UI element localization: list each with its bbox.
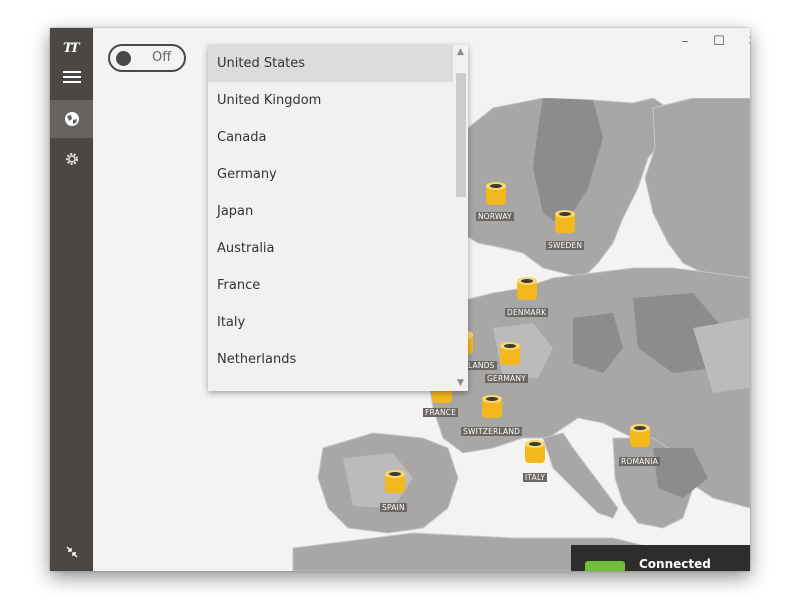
server-pin-icon [482,395,502,418]
dropdown-option-united-kingdom[interactable]: United Kingdom [208,82,453,119]
server-pin-icon [500,342,520,365]
dropdown-scrollbar[interactable]: ▲ ▼ [453,45,468,391]
maximize-button[interactable]: ☐ [707,32,731,52]
app-window: NORWAY SWEDEN DENMARK LANDS GERMANY FRAN… [50,28,750,571]
status-accent-bar [585,561,625,571]
toggle-state-label: Off [152,50,172,65]
country-label-germany: GERMANY [485,374,528,383]
server-pin-spain[interactable] [383,469,407,499]
sidebar: TT [50,28,93,571]
sidebar-item-settings[interactable] [50,140,93,178]
dropdown-option-japan[interactable]: Japan [208,193,453,230]
server-pin-italy[interactable] [523,439,547,469]
hamburger-menu-icon[interactable] [50,58,93,96]
server-pin-romania[interactable] [628,423,652,453]
scroll-up-icon[interactable]: ▲ [453,47,468,57]
dropdown-option-france[interactable]: France [208,267,453,304]
country-label-denmark: DENMARK [505,308,549,317]
toggle-knob [116,51,131,66]
sidebar-item-map[interactable] [50,100,93,138]
connection-status-panel[interactable]: Connected [571,545,750,571]
dropdown-option-italy[interactable]: Italy [208,304,453,341]
server-pin-icon [630,424,650,447]
dropdown-option-australia[interactable]: Australia [208,230,453,267]
server-pin-germany[interactable] [498,341,522,371]
collapse-arrows-icon[interactable] [50,533,93,571]
server-pin-denmark[interactable] [515,276,539,306]
country-label-spain: SPAIN [380,503,407,512]
close-button[interactable]: ✕ [741,32,750,52]
globe-icon [64,112,79,126]
scrollbar-thumb[interactable] [456,73,466,197]
gear-icon [65,153,78,165]
server-pin-icon [486,182,506,205]
country-dropdown-list[interactable]: United States United Kingdom Canada Germ… [208,45,468,391]
country-label-france: FRANCE [423,408,459,417]
dropdown-option-netherlands[interactable]: Netherlands [208,341,453,378]
country-label-norway: NORWAY [476,212,514,221]
country-label-switzerland: SWITZERLAND [461,427,523,436]
country-label-netherlands: LANDS [466,361,497,370]
dropdown-option-germany[interactable]: Germany [208,156,453,193]
server-pin-switzerland[interactable] [480,394,504,424]
server-pin-icon [525,440,545,463]
server-pin-icon [385,470,405,493]
scroll-down-icon[interactable]: ▼ [453,378,468,388]
country-label-italy: ITALY [523,473,548,482]
svg-text:T: T [70,41,81,54]
country-label-romania: ROMANIA [619,457,661,466]
server-pin-sweden[interactable] [553,209,577,239]
dropdown-option-canada[interactable]: Canada [208,119,453,156]
minimize-button[interactable]: – [673,32,697,52]
server-pin-norway[interactable] [484,181,508,211]
country-label-sweden: SWEDEN [546,241,585,250]
status-label: Connected [639,557,711,571]
dropdown-option-united-states[interactable]: United States [208,45,453,82]
server-pin-icon [555,210,575,233]
server-pin-icon [517,277,537,300]
vpn-toggle[interactable]: Off [108,44,186,72]
